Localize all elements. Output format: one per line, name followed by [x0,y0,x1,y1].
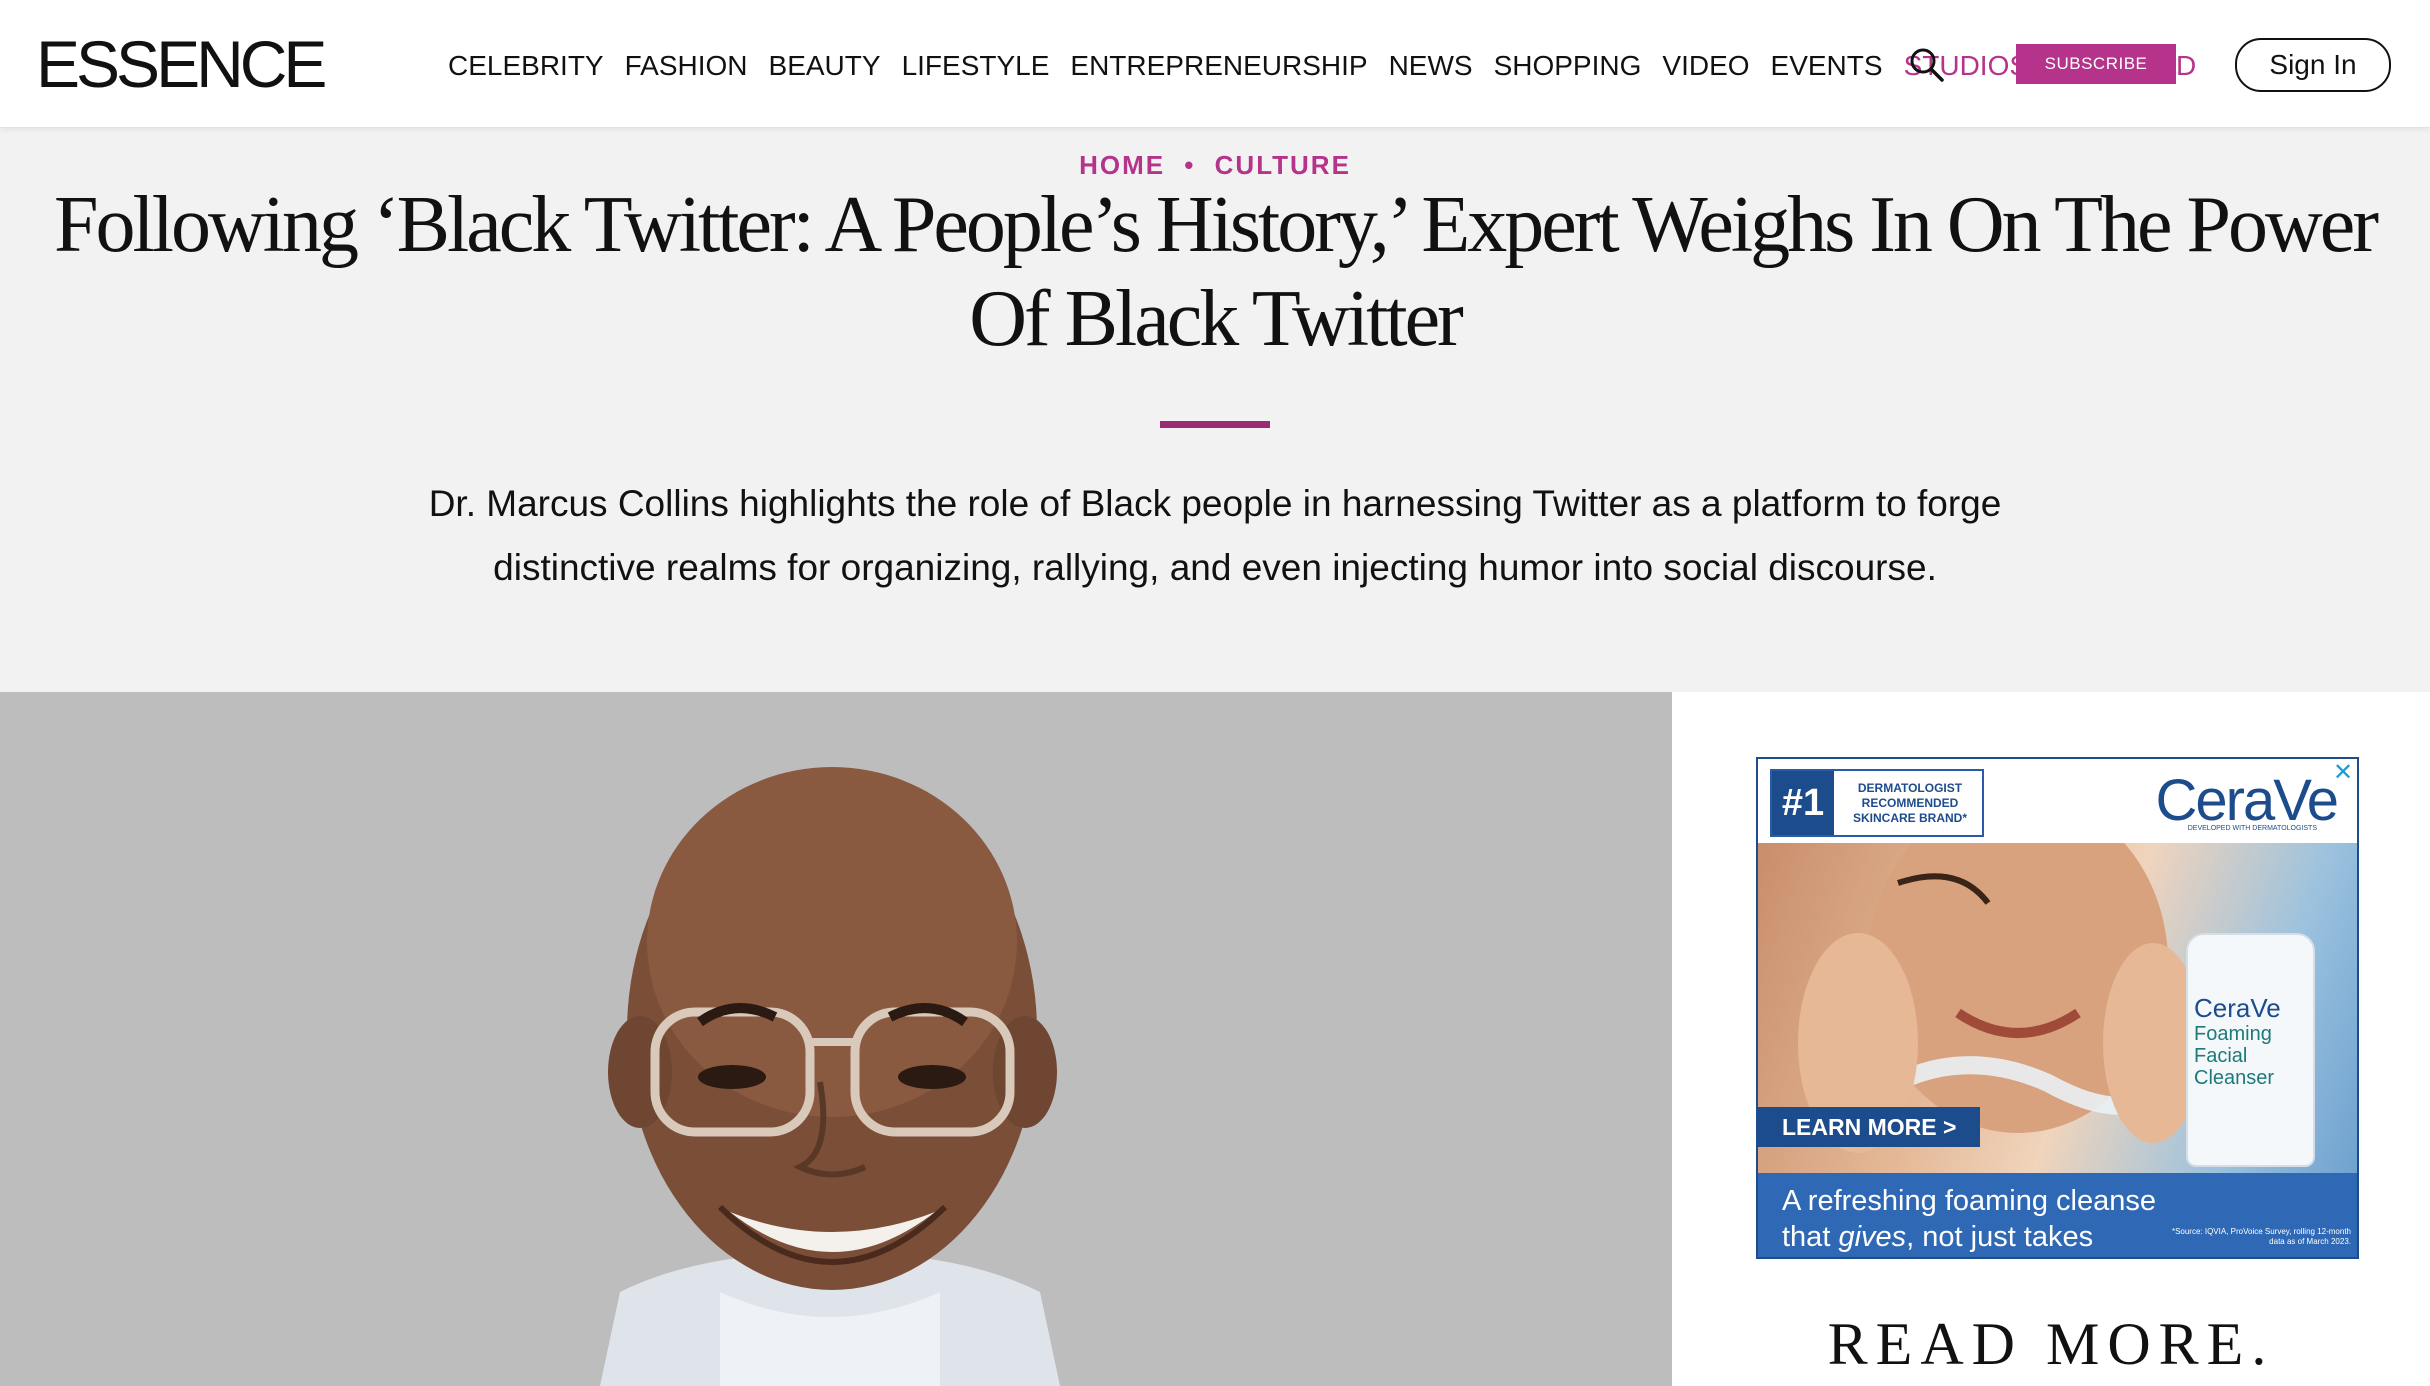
nav-item-beauty[interactable]: BEAUTY [769,46,881,86]
ad-product-brand: CeraVe [2194,993,2281,1023]
ad-brand-sub: DEVELOPED WITH DERMATOLOGISTS [2187,825,2317,832]
ad-product-bottle: CeraVe Foaming Facial Cleanser [2186,933,2315,1167]
article-dek: Dr. Marcus Collins highlights the role o… [428,483,2002,588]
ad-badge-number: #1 [1772,771,1834,835]
ad-fine-print: *Source: IQVIA, ProVoice Survey, rolling… [2171,1227,2351,1246]
read-more-heading: READ MORE. [1827,1311,2275,1377]
ad-badge-text: DERMATOLOGIST RECOMMENDED SKINCARE BRAND… [1852,781,1967,825]
nav-item-events[interactable]: EVENTS [1771,46,1883,86]
sign-in-button[interactable]: Sign In [2235,38,2391,92]
ad-tagline: A refreshing foaming cleanse that gives,… [1782,1183,2156,1255]
nav-item-video[interactable]: VIDEO [1662,46,1749,86]
nav-item-fashion[interactable]: FASHION [625,46,748,86]
ad-learn-more-button[interactable]: LEARN MORE > [1758,1107,1981,1147]
portrait-photo [0,692,1672,1386]
breadcrumb-separator: • [1184,150,1196,180]
nav-item-celebrity[interactable]: CELEBRITY [448,46,604,86]
essence-logo[interactable]: ESSENCE [36,28,327,100]
breadcrumb-culture[interactable]: CULTURE [1215,150,1351,180]
ad-tagline-line2: that gives, not just takes [1782,1219,2156,1255]
ad-brand-logo: CeraVe [2155,768,2339,833]
close-x-icon[interactable]: ✕ [2329,759,2357,787]
site-header: ESSENCE CELEBRITY FASHION BEAUTY LIFESTY… [0,0,2430,128]
ad-product-label: CeraVe Foaming Facial Cleanser [2194,993,2304,1089]
ad-tagline-line1: A refreshing foaming cleanse [1782,1185,2156,1217]
ad-tagline-pre: that [1782,1221,1839,1253]
ad-tagline-post: , not just takes [1906,1221,2094,1253]
ad-tagline-em: gives [1838,1221,1907,1253]
article-title: Following ‘Black Twitter: A People’s His… [54,181,2379,363]
breadcrumb-home[interactable]: HOME [1079,150,1165,180]
ad-header: #1 DERMATOLOGIST RECOMMENDED SKINCARE BR… [1758,759,2357,843]
title-divider [1160,421,1270,428]
nav-item-entrepreneurship[interactable]: ENTREPRENEURSHIP [1070,46,1367,86]
nav-item-truncated[interactable]: D [2176,46,2196,86]
cerave-ad[interactable]: #1 DERMATOLOGIST RECOMMENDED SKINCARE BR… [1756,757,2359,1259]
nav-item-news[interactable]: NEWS [1389,46,1473,86]
breadcrumb: HOME • CULTURE [0,150,2430,181]
nav-item-shopping[interactable]: SHOPPING [1494,46,1642,86]
subscribe-button[interactable]: SUBSCRIBE [2016,44,2176,84]
ad-badge: #1 DERMATOLOGIST RECOMMENDED SKINCARE BR… [1770,769,1984,837]
nav-item-lifestyle[interactable]: LIFESTYLE [902,46,1050,86]
search-icon[interactable] [1906,44,1946,84]
ad-product-name: Foaming Facial Cleanser [2194,1023,2275,1089]
main-nav: CELEBRITY FASHION BEAUTY LIFESTYLE ENTRE… [448,46,2049,86]
hero-image [0,692,1672,1386]
ad-tagline-bar: A refreshing foaming cleanse that gives,… [1758,1173,2357,1257]
